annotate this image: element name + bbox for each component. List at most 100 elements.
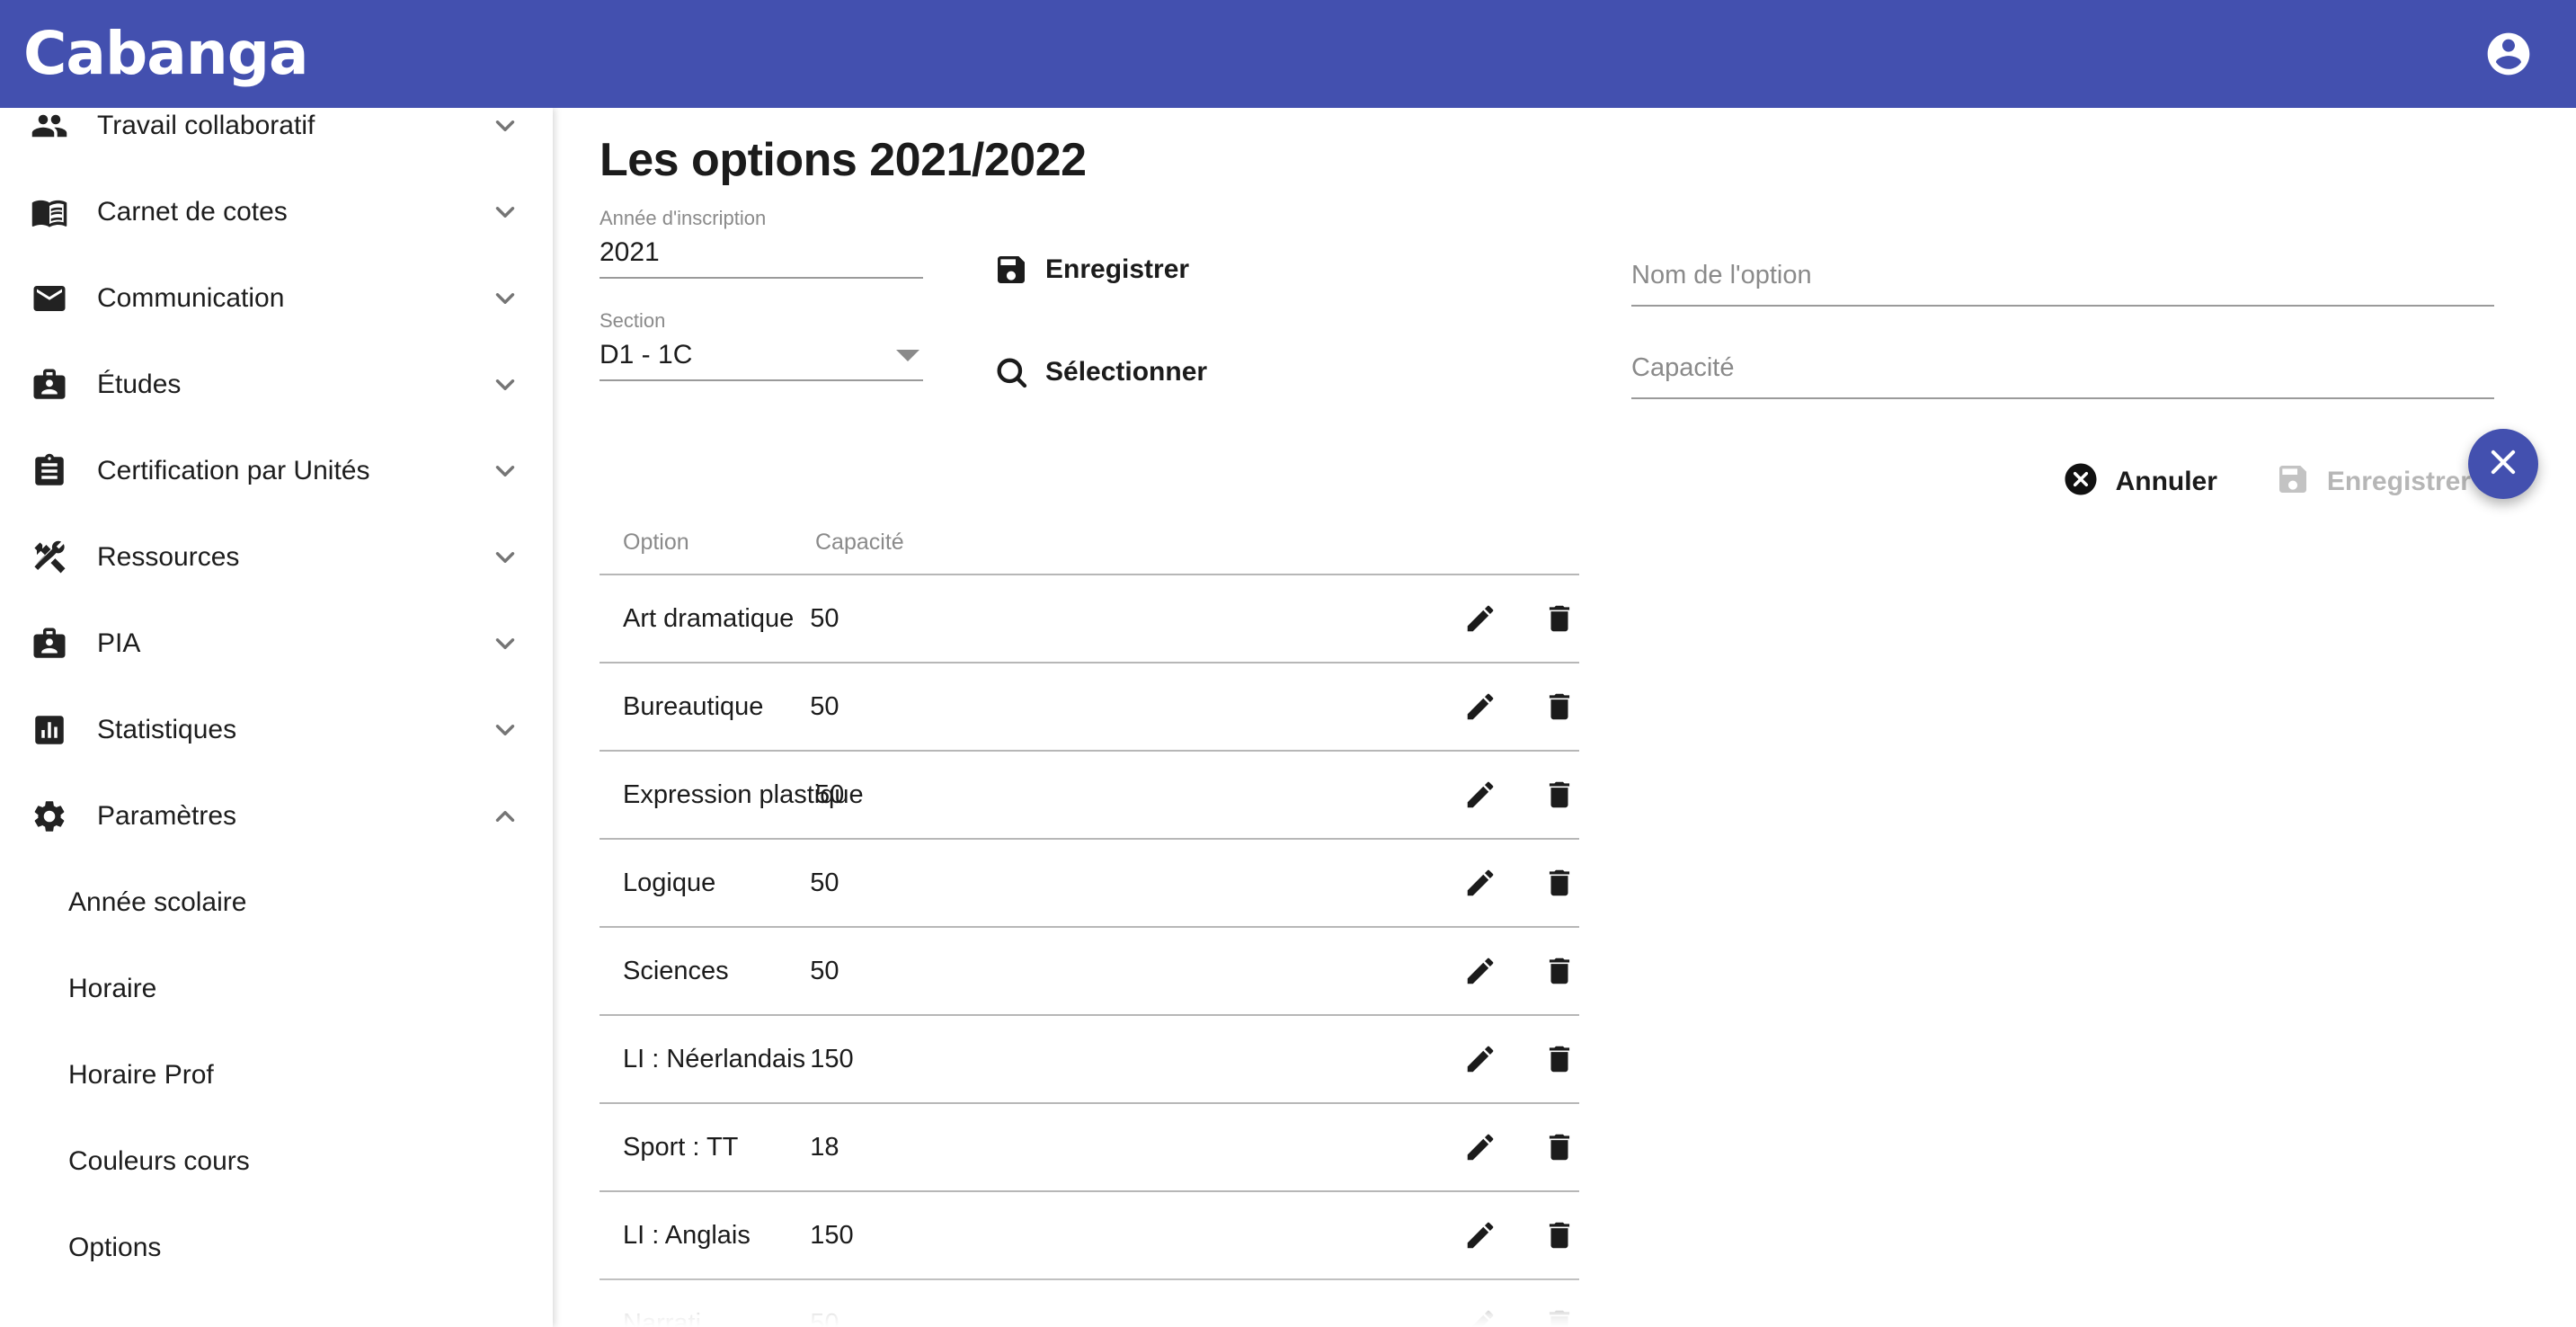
trash-icon[interactable] — [1540, 775, 1579, 815]
enregistrer-label: Enregistrer — [1045, 254, 1190, 284]
cell-option: Narrati — [623, 1308, 702, 1327]
chevron-down-icon[interactable] — [490, 715, 520, 745]
nom-option-field[interactable]: Nom de l'option — [1631, 261, 2494, 307]
chevron-down-icon[interactable] — [490, 283, 520, 314]
cell-capacite: 50 — [810, 603, 839, 633]
pencil-icon[interactable] — [1461, 1039, 1500, 1079]
close-icon — [2486, 445, 2520, 484]
chevron-down-icon[interactable] — [490, 628, 520, 659]
table-row[interactable]: Expression plastique 50 — [600, 752, 1579, 840]
sidebar-subitem-label: Couleurs cours — [68, 1146, 250, 1176]
cell-capacite: 150 — [810, 1220, 854, 1250]
cell-option: LI : Anglais — [623, 1220, 751, 1250]
cell-option: Expression plastique — [623, 779, 864, 809]
sidebar-item-label: Ressources — [97, 542, 240, 572]
sidebar-subitem-horaire[interactable]: Horaire — [0, 946, 553, 1032]
sidebar-item-label: Communication — [97, 283, 285, 313]
pencil-icon[interactable] — [1461, 951, 1500, 991]
pencil-icon[interactable] — [1461, 863, 1500, 903]
sidebar-item-label: Carnet de cotes — [97, 197, 288, 227]
sidebar-item-pia[interactable]: PIA — [0, 601, 553, 687]
chevron-up-icon[interactable] — [490, 801, 520, 832]
badge-icon — [25, 625, 74, 663]
sidebar-subitem-label: Horaire — [68, 974, 157, 1003]
account-circle-icon[interactable] — [2481, 26, 2536, 82]
cell-capacite: 50 — [810, 691, 839, 721]
cell-capacite: 50 — [810, 868, 839, 897]
clipboard-icon — [25, 452, 74, 490]
brand-logo: Cabanga — [23, 19, 309, 88]
annuler-button[interactable]: Annuler — [2062, 460, 2217, 503]
table-row[interactable]: Bureautique 50 — [600, 664, 1579, 752]
pencil-icon[interactable] — [1461, 775, 1500, 815]
tools-icon — [25, 539, 74, 576]
pencil-icon[interactable] — [1461, 687, 1500, 726]
main-content: Les options 2021/2022 Année d'inscriptio… — [553, 108, 2576, 1327]
nom-option-placeholder: Nom de l'option — [1631, 261, 2494, 307]
option-edit-form: Nom de l'option Capacité Annuler Enregis… — [1631, 261, 2494, 503]
pencil-icon[interactable] — [1461, 1127, 1500, 1167]
sidebar-subitem-couleurs-cours[interactable]: Couleurs cours — [0, 1118, 553, 1205]
sidebar-subitem-label: Options — [68, 1233, 162, 1262]
annee-inscription-field[interactable]: Année d'inscription 2021 — [600, 207, 923, 279]
table-row[interactable]: Sciences 50 — [600, 928, 1579, 1016]
chevron-down-icon[interactable] — [490, 111, 520, 141]
trash-icon[interactable] — [1540, 599, 1579, 638]
cell-capacite: 50 — [810, 956, 839, 985]
cell-option: Sport : TT — [623, 1132, 739, 1162]
table-row[interactable]: Narrati 50 — [600, 1280, 1579, 1327]
trash-icon[interactable] — [1540, 863, 1579, 903]
badge-icon — [25, 366, 74, 404]
sidebar-item-label: Certification par Unités — [97, 456, 370, 485]
table-row[interactable]: Art dramatique 50 — [600, 575, 1579, 664]
sidebar-item-label: PIA — [97, 628, 141, 658]
capacite-field[interactable]: Capacité — [1631, 353, 2494, 399]
sidebar-item-etudes[interactable]: Études — [0, 342, 553, 428]
chevron-down-icon[interactable] — [490, 456, 520, 486]
sidebar-item-label: Statistiques — [97, 715, 237, 744]
form-actions: Annuler Enregistrer — [1631, 460, 2494, 503]
cell-capacite: 50 — [815, 779, 845, 809]
cell-option: LI : Néerlandais — [623, 1044, 806, 1073]
selectionner-button[interactable]: Sélectionner — [993, 354, 1207, 390]
chevron-down-icon[interactable] — [490, 370, 520, 400]
pencil-icon[interactable] — [1461, 1216, 1500, 1255]
caret-down-icon[interactable] — [896, 349, 919, 361]
sidebar-item-carnet-de-cotes[interactable]: Carnet de cotes — [0, 169, 553, 255]
gear-icon — [25, 797, 74, 835]
trash-icon[interactable] — [1540, 951, 1579, 991]
section-value[interactable]: D1 - 1C — [600, 340, 692, 370]
enregistrer-button[interactable]: Enregistrer — [993, 252, 1189, 288]
sidebar-item-communication[interactable]: Communication — [0, 255, 553, 342]
section-field[interactable]: Section D1 - 1C — [600, 309, 923, 381]
trash-icon[interactable] — [1540, 1216, 1579, 1255]
sidebar-subitem-annee-scolaire[interactable]: Année scolaire — [0, 859, 553, 946]
annee-inscription-value[interactable]: 2021 — [600, 237, 660, 268]
pencil-icon[interactable] — [1461, 599, 1500, 638]
close-panel-fab[interactable] — [2468, 429, 2538, 499]
chevron-down-icon[interactable] — [490, 197, 520, 227]
trash-icon[interactable] — [1540, 1039, 1579, 1079]
sidebar-item-certification-par-unites[interactable]: Certification par Unités — [0, 428, 553, 514]
table-row[interactable]: LI : Anglais 150 — [600, 1192, 1579, 1280]
table-row[interactable]: Logique 50 — [600, 840, 1579, 928]
sidebar-subitem-horaire-prof[interactable]: Horaire Prof — [0, 1032, 553, 1118]
pencil-icon[interactable] — [1461, 1304, 1500, 1327]
cell-option: Sciences — [623, 956, 729, 985]
sidebar-item-ressources[interactable]: Ressources — [0, 514, 553, 601]
table-row[interactable]: LI : Néerlandais 150 — [600, 1016, 1579, 1104]
sidebar-subitem-options[interactable]: Options — [0, 1205, 553, 1291]
sidebar-item-travail-collaboratif[interactable]: Travail collaboratif — [0, 108, 553, 169]
trash-icon[interactable] — [1540, 1127, 1579, 1167]
table-row[interactable]: Sport : TT 18 — [600, 1104, 1579, 1192]
sidebar: Travail collaboratif Carnet de cotes Com… — [0, 108, 553, 1327]
trash-icon[interactable] — [1540, 1304, 1579, 1327]
cell-option: Art dramatique — [623, 603, 795, 633]
sidebar-item-statistiques[interactable]: Statistiques — [0, 687, 553, 773]
options-table: Option Capacité Art dramatique 50 Bureau… — [600, 511, 1579, 1327]
sidebar-item-parametres[interactable]: Paramètres — [0, 773, 553, 859]
cell-capacite: 18 — [810, 1132, 839, 1162]
trash-icon[interactable] — [1540, 687, 1579, 726]
chevron-down-icon[interactable] — [490, 542, 520, 573]
column-header-option: Option — [623, 529, 689, 555]
